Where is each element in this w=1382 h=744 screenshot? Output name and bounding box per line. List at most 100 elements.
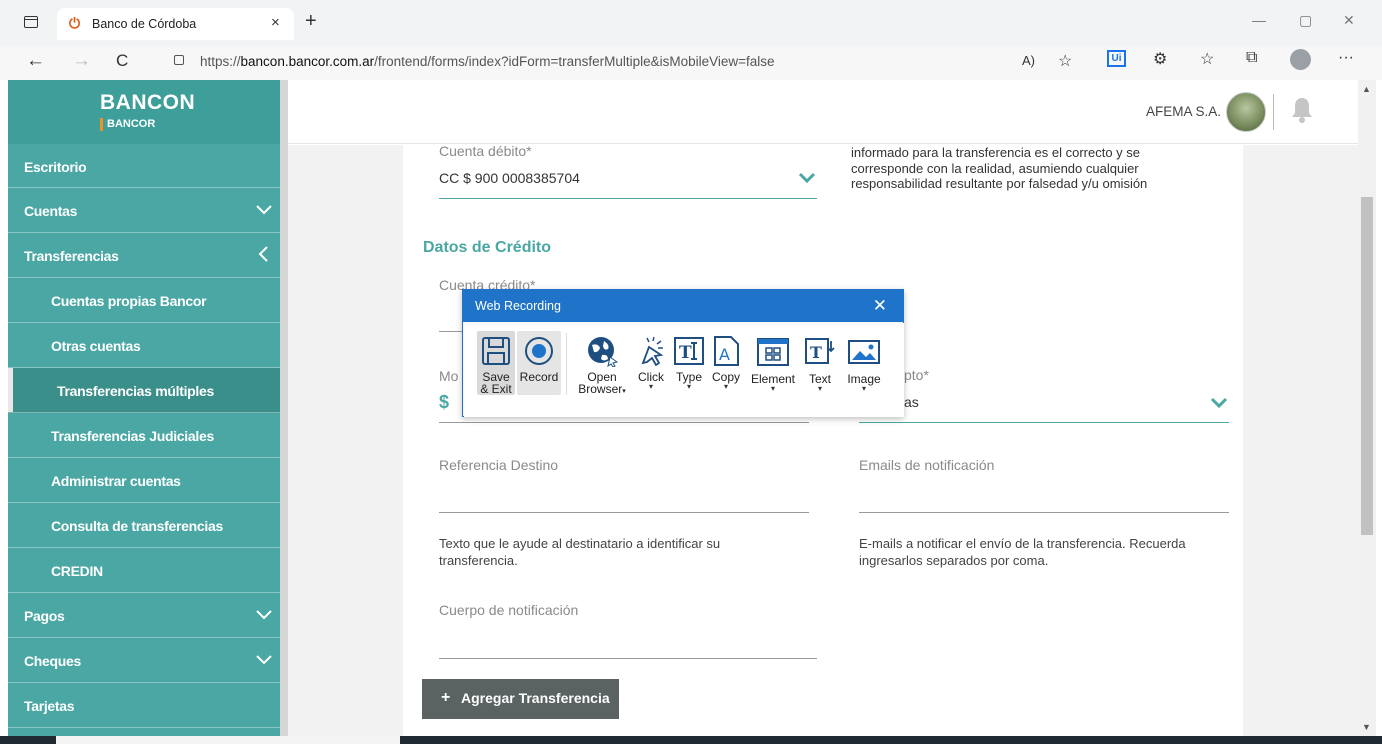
- sidebar-item-label: Escritorio: [24, 159, 87, 175]
- close-icon[interactable]: ✕: [873, 296, 887, 316]
- copy-button[interactable]: A Copy ▾: [709, 331, 743, 391]
- bell-icon[interactable]: [1290, 96, 1314, 124]
- copy-icon: A: [714, 336, 739, 366]
- taskbar-search[interactable]: [56, 736, 400, 744]
- web-recording-body: Save & Exit Record Open Browser▾ Click ▾…: [464, 323, 904, 417]
- sidebar-item-label: Pagos: [24, 608, 65, 624]
- user-avatar[interactable]: [1226, 92, 1266, 132]
- read-aloud-icon[interactable]: A): [1022, 53, 1035, 68]
- sidebar-item-pagos[interactable]: Pagos: [8, 593, 280, 638]
- sidebar-item-transferencias-judiciales[interactable]: Transferencias Judiciales: [8, 413, 280, 458]
- forward-button[interactable]: →: [72, 50, 91, 72]
- scroll-down-icon[interactable]: ▼: [1362, 722, 1371, 732]
- chevron-down-icon[interactable]: [1210, 397, 1228, 409]
- svg-text:T: T: [679, 343, 692, 363]
- exit-label: & Exit: [480, 382, 512, 396]
- chevron-down-icon: [256, 610, 272, 620]
- concept-label: pto*: [904, 367, 929, 383]
- sidebar-item-cuentas-propias[interactable]: Cuentas propias Bancor: [8, 278, 280, 323]
- currency-symbol: $: [439, 392, 450, 412]
- add-favorite-icon[interactable]: ☆: [1058, 51, 1072, 71]
- sidebar-item-transferencias[interactable]: Transferencias: [8, 233, 280, 278]
- svg-text:T: T: [810, 343, 822, 362]
- chevron-down-icon: [256, 205, 272, 215]
- reference-input[interactable]: [439, 512, 809, 513]
- chevron-down-icon[interactable]: [798, 172, 816, 184]
- text-icon: T: [805, 338, 835, 364]
- scroll-up-icon[interactable]: ▲: [1362, 84, 1371, 94]
- sidebar: BANCON BANCOR Escritorio Cuentas Transfe…: [8, 80, 280, 736]
- emails-help: E-mails a notificar el envío de la trans…: [859, 536, 1186, 568]
- concept-underline: [859, 422, 1229, 423]
- restore-button[interactable]: ▢: [1299, 12, 1312, 29]
- sidebar-item-cheques[interactable]: Cheques: [8, 638, 280, 683]
- concept-select[interactable]: as: [904, 394, 919, 410]
- sidebar-item-label: Otras cuentas: [51, 338, 141, 354]
- sidebar-item-label: CREDIN: [51, 563, 103, 579]
- header-divider: [1273, 94, 1274, 130]
- browser-tab-bar: ⏻ Banco de Córdoba × + — ▢ ✕: [0, 0, 1382, 46]
- image-button[interactable]: Image ▾: [844, 331, 884, 393]
- sidebar-item-administrar-cuentas[interactable]: Administrar cuentas: [8, 458, 280, 503]
- debit-account-select[interactable]: CC $ 900 0008385704: [439, 170, 580, 186]
- minimize-button[interactable]: —: [1252, 12, 1266, 28]
- record-button[interactable]: Record: [517, 331, 561, 395]
- window-menu-icon[interactable]: [24, 16, 38, 28]
- close-window-button[interactable]: ✕: [1343, 12, 1355, 29]
- debit-account-label: Cuenta débito*: [439, 143, 532, 159]
- chevron-left-icon: [258, 246, 268, 262]
- sidebar-scroll-gutter: [280, 80, 288, 736]
- sidebar-item-label: Tarjetas: [24, 698, 75, 714]
- browser-label: Browser: [578, 382, 623, 396]
- body-input[interactable]: [439, 658, 817, 659]
- reload-button[interactable]: C: [116, 51, 128, 71]
- emails-input[interactable]: [859, 512, 1229, 513]
- url-text: https://bancon.bancor.com.ar/frontend/fo…: [200, 54, 775, 69]
- favorites-icon[interactable]: ☆: [1200, 49, 1214, 69]
- extensions-icon[interactable]: ⚙: [1153, 49, 1167, 69]
- type-button[interactable]: T Type ▾: [672, 331, 706, 391]
- sidebar-item-label: Transferencias: [24, 248, 119, 264]
- element-icon: [757, 338, 789, 366]
- page-scrollbar[interactable]: ▲ ▼: [1358, 80, 1376, 736]
- sidebar-item-credin[interactable]: CREDIN: [8, 548, 280, 593]
- save-icon: [482, 337, 510, 365]
- emails-label: Emails de notificación: [859, 457, 995, 473]
- globe-icon: [588, 337, 618, 367]
- sidebar-item-tarjetas[interactable]: Tarjetas: [8, 683, 280, 728]
- open-browser-button[interactable]: Open Browser▾: [576, 331, 628, 398]
- logo-subtitle: BANCOR: [100, 118, 155, 131]
- web-recording-title: Web Recording: [475, 299, 561, 313]
- sidebar-item-escritorio[interactable]: Escritorio: [8, 144, 280, 188]
- uipath-extension-icon[interactable]: Ui: [1107, 50, 1126, 67]
- add-transfer-button[interactable]: + Agregar Transferencia: [422, 679, 619, 719]
- sidebar-item-cuentas[interactable]: Cuentas: [8, 188, 280, 233]
- web-recording-titlebar[interactable]: Web Recording ✕: [463, 290, 903, 322]
- plus-icon: +: [441, 689, 451, 706]
- new-tab-button[interactable]: +: [305, 10, 317, 33]
- sidebar-item-label: Administrar cuentas: [51, 473, 181, 489]
- sidebar-item-label: Consulta de transferencias: [51, 518, 223, 534]
- more-options-icon[interactable]: ···: [1338, 49, 1354, 67]
- sidebar-item-consulta-transferencias[interactable]: Consulta de transferencias: [8, 503, 280, 548]
- click-icon: [641, 336, 664, 367]
- type-icon: T: [674, 337, 704, 365]
- save-exit-button[interactable]: Save & Exit: [477, 331, 515, 395]
- form-card: [403, 145, 1243, 736]
- browser-tab[interactable]: ⏻ Banco de Córdoba ×: [57, 8, 294, 40]
- sidebar-item-label: Transferencias Judiciales: [51, 428, 214, 444]
- sidebar-item-transferencias-multiples[interactable]: Transferencias múltiples: [8, 368, 280, 413]
- bancon-logo[interactable]: BANCON BANCOR: [8, 80, 280, 144]
- sidebar-item-otras-cuentas[interactable]: Otras cuentas: [8, 323, 280, 368]
- amount-input[interactable]: [439, 422, 809, 423]
- scroll-thumb[interactable]: [1361, 197, 1373, 535]
- debit-account-underline: [439, 198, 817, 199]
- collections-icon[interactable]: ⧉: [1246, 49, 1257, 67]
- click-button[interactable]: Click ▾: [632, 331, 670, 391]
- sidebar-item-label: Transferencias múltiples: [57, 383, 214, 399]
- tab-close-button[interactable]: ×: [271, 14, 280, 31]
- back-button[interactable]: ←: [26, 50, 45, 72]
- text-button[interactable]: T Text ▾: [802, 331, 838, 393]
- profile-avatar[interactable]: [1290, 49, 1311, 70]
- element-button[interactable]: Element ▾: [749, 331, 797, 393]
